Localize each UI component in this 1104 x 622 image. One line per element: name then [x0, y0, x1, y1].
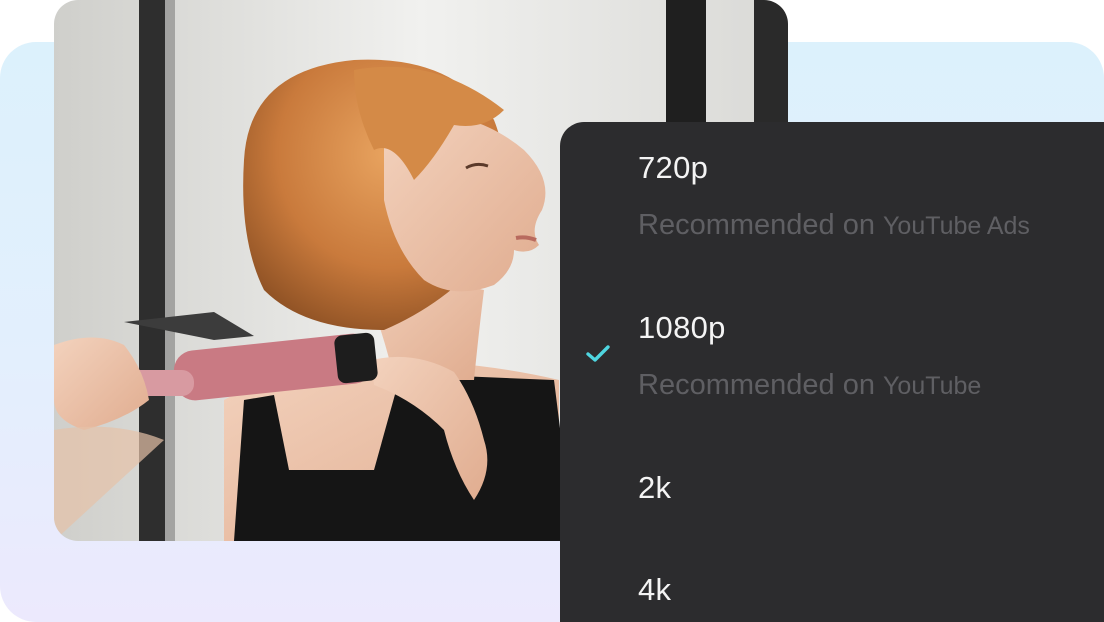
subtitle-platform: YouTube Ads	[883, 212, 1030, 240]
resolution-menu: 720p Recommended on YouTube Ads 1080p Re…	[560, 122, 1104, 622]
resolution-option-1080p[interactable]: 1080p	[638, 310, 726, 346]
option-subtitle: Recommended on YouTube	[638, 368, 981, 403]
resolution-option-4k[interactable]: 4k	[638, 572, 671, 608]
subtitle-prefix: Recommended on	[638, 369, 875, 401]
subtitle-prefix: Recommended on	[638, 209, 875, 241]
option-label: 720p	[638, 150, 709, 185]
option-subtitle: Recommended on YouTube Ads	[638, 208, 1030, 243]
option-label: 2k	[638, 470, 672, 505]
option-label: 4k	[638, 572, 672, 607]
subtitle-platform: YouTube	[883, 372, 982, 400]
preview-stage: 720p Recommended on YouTube Ads 1080p Re…	[0, 0, 1104, 622]
resolution-option-720p[interactable]: 720p	[638, 150, 708, 186]
resolution-option-2k[interactable]: 2k	[638, 470, 671, 506]
option-label: 1080p	[638, 310, 726, 345]
checkmark-icon	[586, 345, 610, 362]
